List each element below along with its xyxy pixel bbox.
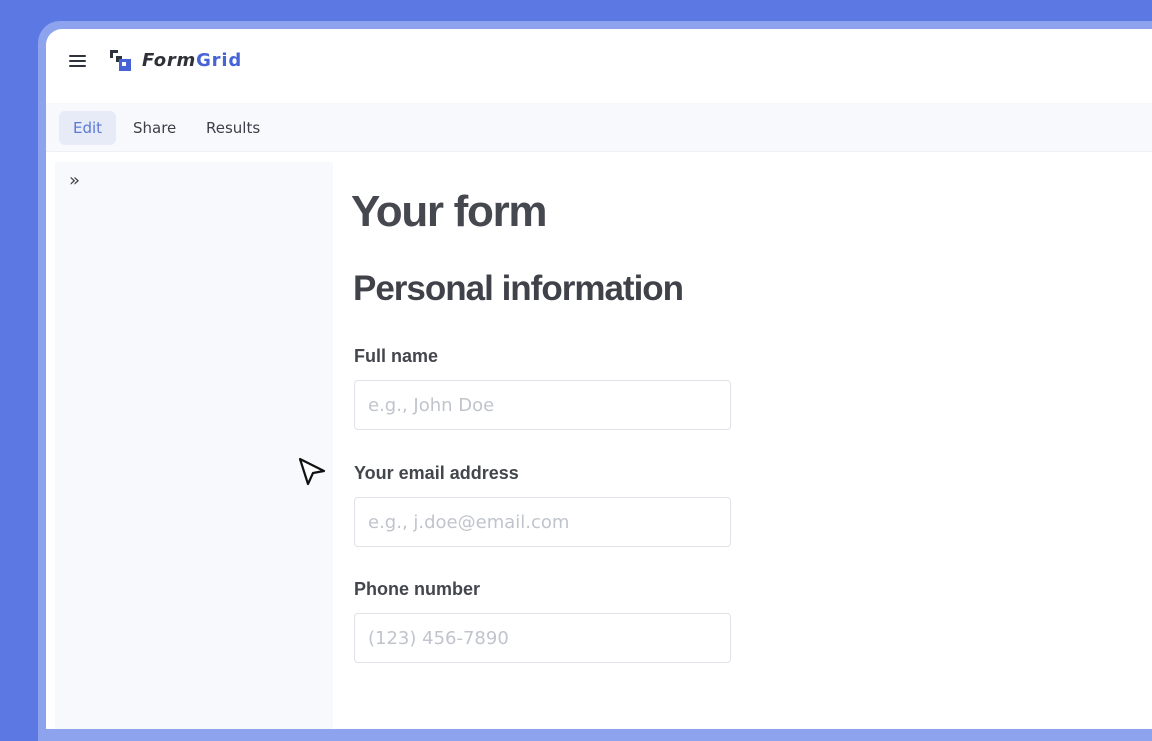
formgrid-logo-icon[interactable] xyxy=(109,49,133,73)
mouse-cursor-icon xyxy=(298,457,326,486)
section-title[interactable]: Personal information xyxy=(353,269,684,309)
expand-sidebar-icon[interactable]: » xyxy=(69,170,80,191)
tab-share[interactable]: Share xyxy=(119,111,190,145)
sidebar: » xyxy=(55,162,333,729)
brand-form: Form xyxy=(142,50,197,71)
brand-grid: Grid xyxy=(196,50,243,71)
hamburger-menu-icon[interactable] xyxy=(69,55,86,68)
phone-label: Phone number xyxy=(354,579,481,599)
tab-bar: Edit Share Results xyxy=(46,103,1152,152)
full-name-field[interactable] xyxy=(354,380,731,430)
tab-results[interactable]: Results xyxy=(192,111,274,145)
email-label: Your email address xyxy=(354,463,519,483)
app-brand[interactable]: FormGrid xyxy=(142,50,242,71)
form-editor: Your form Personal information Full name… xyxy=(333,172,1152,729)
full-name-label: Full name xyxy=(354,346,439,366)
app-window: FormGrid Edit Share Results » Your form … xyxy=(46,29,1152,729)
tab-edit[interactable]: Edit xyxy=(59,111,117,145)
phone-field[interactable] xyxy=(354,613,731,663)
top-bar: FormGrid xyxy=(46,29,1152,93)
email-field[interactable] xyxy=(354,497,731,547)
form-title[interactable]: Your form xyxy=(351,187,548,237)
